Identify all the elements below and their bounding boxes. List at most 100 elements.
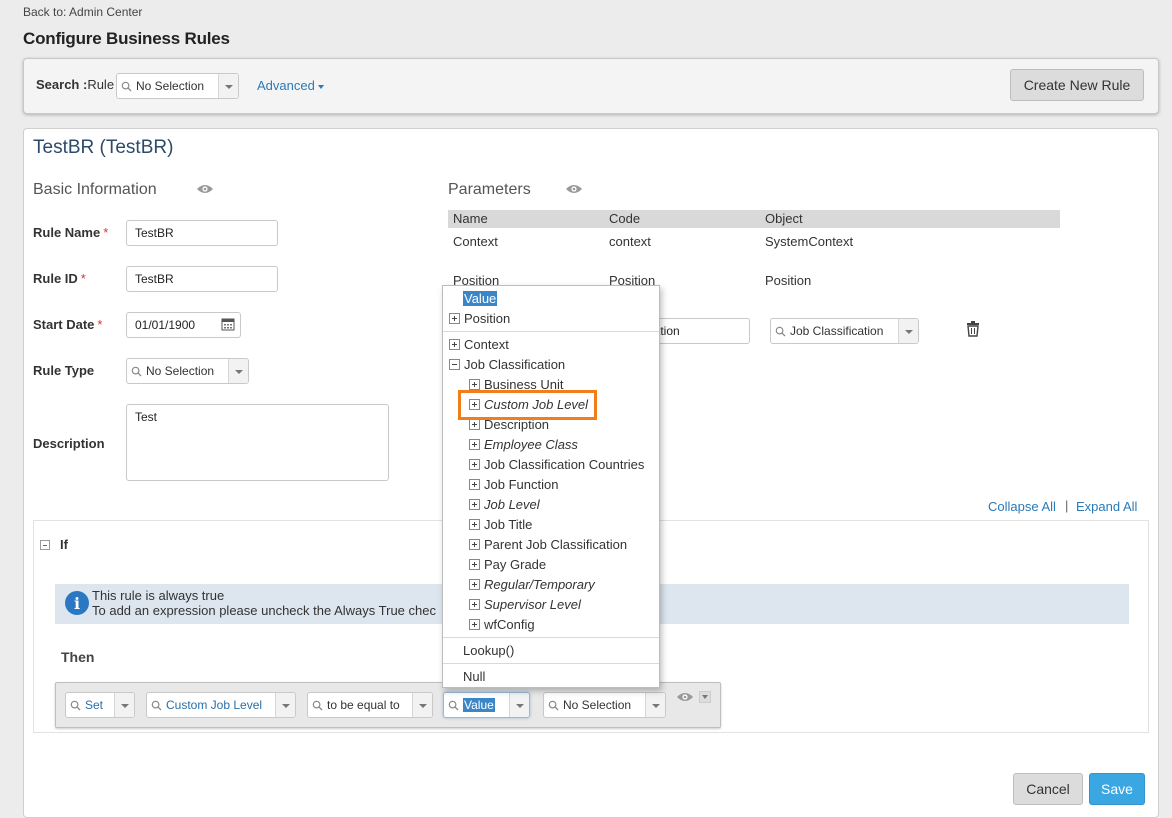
chevron-down-icon[interactable] <box>509 693 529 717</box>
dropdown-child-item[interactable]: Supervisor Level <box>469 597 581 612</box>
dropdown-child-item[interactable]: Job Function <box>469 477 558 492</box>
collapse-icon[interactable] <box>40 540 50 550</box>
expand-icon[interactable] <box>469 619 480 630</box>
page-title: Configure Business Rules <box>23 29 230 48</box>
eye-icon[interactable] <box>676 691 694 703</box>
divider <box>443 331 659 332</box>
dropdown-child-item[interactable]: Job Level <box>469 497 540 512</box>
expand-icon[interactable] <box>469 479 480 490</box>
info-line-2: To add an expression please uncheck the … <box>92 603 436 618</box>
chevron-down-icon[interactable] <box>218 74 238 98</box>
dropdown-child-item[interactable]: Pay Grade <box>469 557 546 572</box>
expand-icon[interactable] <box>469 559 480 570</box>
options-menu-button[interactable] <box>699 691 711 703</box>
eye-icon[interactable] <box>196 183 214 195</box>
param-object: SystemContext <box>765 234 854 249</box>
basic-info-heading: Basic Information <box>33 181 157 198</box>
search-icon <box>771 319 789 343</box>
trash-icon[interactable] <box>966 321 980 337</box>
operator-value: to be equal to <box>327 698 400 712</box>
column-header-object: Object <box>765 211 803 226</box>
chevron-down-icon <box>702 695 708 699</box>
rule-type-label: Rule Type <box>33 363 95 378</box>
expand-icon[interactable] <box>469 579 480 590</box>
field-select[interactable]: Custom Job Level <box>146 692 296 718</box>
chevron-down-icon[interactable] <box>228 359 248 383</box>
chevron-down-icon[interactable] <box>412 693 432 717</box>
save-button[interactable]: Save <box>1089 773 1145 805</box>
value-type-select[interactable]: Value <box>443 692 530 718</box>
chevron-down-icon[interactable] <box>645 693 665 717</box>
search-label: Search :Rule <box>36 77 115 92</box>
chevron-down-icon[interactable] <box>114 693 134 717</box>
back-link[interactable]: Back to: Admin Center <box>23 5 142 19</box>
create-new-rule-button[interactable]: Create New Rule <box>1010 69 1144 101</box>
dropdown-item-null[interactable]: Null <box>463 669 485 684</box>
rule-search-value: No Selection <box>136 79 205 93</box>
dropdown-child-item[interactable]: Employee Class <box>469 437 578 452</box>
dropdown-child-item[interactable]: Parent Job Classification <box>469 537 627 552</box>
dropdown-item-lookup[interactable]: Lookup() <box>463 643 514 658</box>
then-expression-row: Set Custom Job Level to be equal to Valu… <box>55 682 721 728</box>
rule-search-select[interactable]: No Selection <box>116 73 239 99</box>
info-icon: i <box>65 591 89 615</box>
advanced-link[interactable]: Advanced <box>257 78 324 93</box>
value-select[interactable]: No Selection <box>543 692 666 718</box>
rule-type-select[interactable]: No Selection <box>126 358 249 384</box>
param-object: Position <box>765 273 812 288</box>
description-textarea[interactable]: Test <box>126 404 389 481</box>
dropdown-child-item[interactable]: wfConfig <box>469 617 535 632</box>
calendar-icon[interactable] <box>221 317 235 331</box>
expand-icon[interactable] <box>469 539 480 550</box>
expand-icon[interactable] <box>469 459 480 470</box>
collapse-icon[interactable] <box>449 359 460 370</box>
search-icon <box>308 693 326 717</box>
expand-icon[interactable] <box>469 439 480 450</box>
expand-icon[interactable] <box>469 419 480 430</box>
parameters-heading: Parameters <box>448 181 531 198</box>
expand-all-link[interactable]: Expand All <box>1076 499 1137 514</box>
chevron-down-icon[interactable] <box>898 319 918 343</box>
dropdown-child-item[interactable]: Job Title <box>469 517 532 532</box>
dropdown-child-item[interactable]: Job Classification Countries <box>469 457 644 472</box>
dropdown-item-value[interactable]: Value <box>463 291 498 306</box>
rule-id-label: Rule ID * <box>33 271 86 286</box>
search-icon <box>127 359 145 383</box>
rule-name-input[interactable]: TestBR <box>126 220 278 246</box>
divider <box>443 637 659 638</box>
search-icon <box>66 693 84 717</box>
operator-select[interactable]: to be equal to <box>307 692 433 718</box>
dropdown-item-job-classification[interactable]: Job Classification <box>449 357 565 372</box>
start-date-label: Start Date * <box>33 317 103 332</box>
search-icon <box>444 693 462 717</box>
expand-icon[interactable] <box>449 313 460 324</box>
then-label: Then <box>61 649 95 665</box>
expand-icon[interactable] <box>469 599 480 610</box>
parameters-table-header: Name Code Object <box>448 210 1060 228</box>
expand-icon[interactable] <box>469 519 480 530</box>
value-type-value: Value <box>463 698 495 712</box>
field-value: Custom Job Level <box>166 698 263 712</box>
info-line-1: This rule is always true <box>92 588 225 603</box>
expand-icon[interactable] <box>469 379 480 390</box>
search-icon <box>544 693 562 717</box>
search-icon <box>117 74 135 98</box>
action-select[interactable]: Set <box>65 692 135 718</box>
dropdown-child-item[interactable]: Regular/Temporary <box>469 577 595 592</box>
expand-icon[interactable] <box>449 339 460 350</box>
rule-id-input[interactable]: TestBR <box>126 266 278 292</box>
search-icon <box>147 693 165 717</box>
param-code: context <box>609 234 651 249</box>
rule-title: TestBR (TestBR) <box>33 137 174 158</box>
chevron-down-icon[interactable] <box>275 693 295 717</box>
column-header-code: Code <box>609 211 641 226</box>
dropdown-item-context[interactable]: Context <box>449 337 509 352</box>
dropdown-item-position[interactable]: Position <box>449 311 510 326</box>
cancel-button[interactable]: Cancel <box>1013 773 1083 805</box>
new-param-object-select[interactable]: Job Classification <box>770 318 919 344</box>
highlight-frame <box>458 390 597 420</box>
collapse-all-link[interactable]: Collapse All <box>988 499 1056 514</box>
eye-icon[interactable] <box>565 183 583 195</box>
expand-icon[interactable] <box>469 499 480 510</box>
divider <box>443 663 659 664</box>
